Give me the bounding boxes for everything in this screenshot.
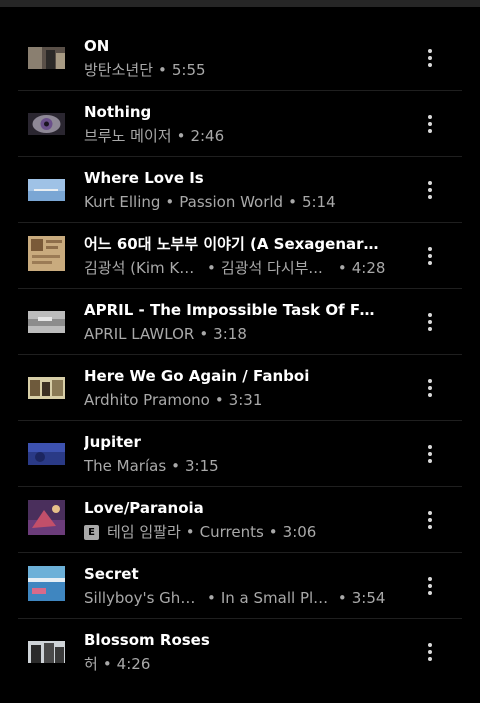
track-title: Here We Go Again / Fanboi <box>84 367 310 385</box>
track-row[interactable]: Here We Go Again / Fanboi Ardhito Pramon… <box>0 355 480 421</box>
album-name: Currents <box>199 523 264 541</box>
duration: 3:54 <box>351 589 386 607</box>
album-art <box>28 179 65 201</box>
duration: 3:18 <box>213 325 247 343</box>
duration: 5:14 <box>301 193 336 211</box>
track-row[interactable]: Jupiter The Marías • 3:15 <box>0 421 480 487</box>
track-row[interactable]: APRIL - The Impossible Task Of Feelin...… <box>0 289 480 355</box>
artist-name: Sillyboy's Ghos... <box>84 589 202 607</box>
separator: • <box>158 61 167 79</box>
track-subtitle: The Marías • 3:15 <box>84 456 404 476</box>
track-subtitle: Kurt Elling • Passion World • 5:14 <box>84 192 404 212</box>
artist-name: 김광석 (Kim Kw... <box>84 259 202 277</box>
album-name: 김광석 다시부... <box>220 259 323 277</box>
track-row[interactable]: Nothing 브루노 메이저 • 2:46 <box>0 91 480 157</box>
more-vert-icon[interactable] <box>420 112 440 136</box>
separator: • <box>268 523 278 541</box>
track-title: Nothing <box>84 103 152 121</box>
track-title: Love/Paranoia <box>84 499 204 517</box>
separator: • <box>214 391 224 409</box>
track-row[interactable]: 어느 60대 노부부 이야기 (A Sexagenary C... 김광석 (K… <box>0 223 480 289</box>
more-vert-icon[interactable] <box>420 574 440 598</box>
album-art <box>28 500 65 535</box>
track-title: Secret <box>84 565 139 583</box>
track-subtitle: 허 • 4:26 <box>84 654 404 674</box>
duration: 3:06 <box>282 523 317 541</box>
artist-name: Ardhito Pramono <box>84 391 210 409</box>
separator: • <box>165 193 175 211</box>
more-vert-icon[interactable] <box>420 310 440 334</box>
separator: • <box>176 127 186 145</box>
artist-name: 방탄소년단 <box>84 61 154 79</box>
more-vert-icon[interactable] <box>420 640 440 664</box>
album-art <box>28 377 65 399</box>
separator: • <box>337 589 347 607</box>
artist-name: 테임 임팔라 <box>107 523 181 541</box>
artist-name: Kurt Elling <box>84 193 161 211</box>
track-row[interactable]: Secret Sillyboy's Ghos... • In a Small P… <box>0 553 480 619</box>
album-art <box>28 236 65 271</box>
separator: • <box>102 655 112 673</box>
track-subtitle: 방탄소년단 • 5:55 <box>84 60 404 80</box>
album-art <box>28 113 65 135</box>
more-vert-icon[interactable] <box>420 376 440 400</box>
album-art <box>28 311 65 333</box>
duration: 2:46 <box>190 127 225 145</box>
more-vert-icon[interactable] <box>420 508 440 532</box>
track-subtitle: Sillyboy's Ghos... • In a Small Pla... •… <box>84 588 404 608</box>
track-subtitle: 브루노 메이저 • 2:46 <box>84 126 404 146</box>
artist-name: The Marías <box>84 457 167 475</box>
separator: • <box>337 259 347 277</box>
explicit-badge: E <box>84 524 99 540</box>
separator: • <box>207 259 216 277</box>
duration: 4:26 <box>116 655 151 673</box>
track-row[interactable]: Love/Paranoia E 테임 임팔라 • Currents • 3:06 <box>0 487 480 553</box>
artist-name: 브루노 메이저 <box>84 127 172 145</box>
separator: • <box>199 325 209 343</box>
duration: 3:31 <box>228 391 263 409</box>
separator: • <box>171 457 181 475</box>
album-name: Passion World <box>179 193 284 211</box>
track-subtitle: APRIL LAWLOR • 3:18 <box>84 324 404 344</box>
track-subtitle: Ardhito Pramono • 3:31 <box>84 390 404 410</box>
track-list: ON 방탄소년단 • 5:55 Nothing 브루노 메이저 • 2:46 W… <box>0 25 480 685</box>
track-title: 어느 60대 노부부 이야기 (A Sexagenary C... <box>84 235 384 253</box>
album-name: In a Small Pla... <box>220 589 333 607</box>
album-art <box>28 47 65 69</box>
top-bar <box>0 0 480 7</box>
more-vert-icon[interactable] <box>420 244 440 268</box>
duration: 4:28 <box>351 259 386 277</box>
duration: 5:55 <box>171 61 206 79</box>
track-row[interactable]: Blossom Roses 허 • 4:26 <box>0 619 480 685</box>
separator: • <box>185 523 195 541</box>
separator: • <box>207 589 216 607</box>
track-title: APRIL - The Impossible Task Of Feelin... <box>84 301 384 319</box>
track-row[interactable]: Where Love Is Kurt Elling • Passion Worl… <box>0 157 480 223</box>
more-vert-icon[interactable] <box>420 46 440 70</box>
album-art <box>28 566 65 601</box>
more-vert-icon[interactable] <box>420 442 440 466</box>
separator: • <box>288 193 297 211</box>
track-subtitle: 김광석 (Kim Kw... • 김광석 다시부... • 4:28 <box>84 258 404 278</box>
track-title: Where Love Is <box>84 169 204 187</box>
artist-name: 허 <box>84 655 98 673</box>
track-title: Blossom Roses <box>84 631 210 649</box>
track-title: Jupiter <box>84 433 141 451</box>
track-subtitle: E 테임 임팔라 • Currents • 3:06 <box>84 522 404 542</box>
album-art <box>28 443 65 465</box>
more-vert-icon[interactable] <box>420 178 440 202</box>
album-art <box>28 641 65 663</box>
artist-name: APRIL LAWLOR <box>84 325 195 343</box>
duration: 3:15 <box>185 457 219 475</box>
track-row[interactable]: ON 방탄소년단 • 5:55 <box>0 25 480 91</box>
track-title: ON <box>84 37 110 55</box>
